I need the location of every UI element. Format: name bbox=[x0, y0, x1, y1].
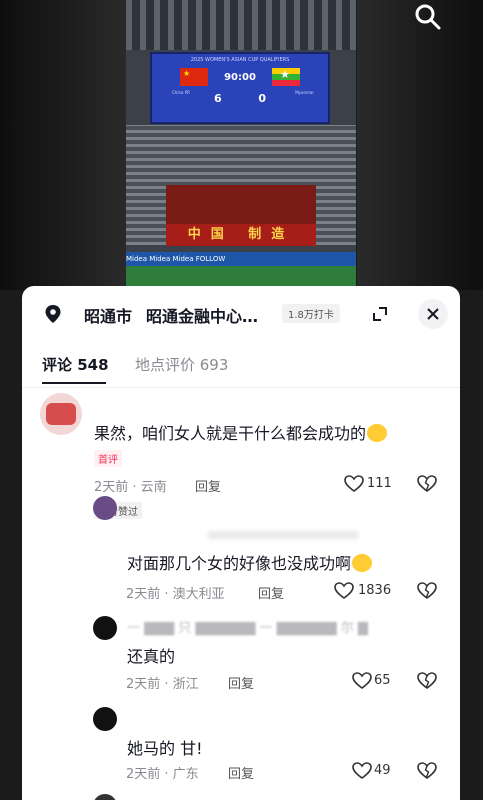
comment-text: 还真的 bbox=[127, 647, 176, 666]
video-side-left bbox=[0, 0, 126, 290]
reply-button[interactable]: 回复 bbox=[228, 673, 254, 692]
expand-icon[interactable] bbox=[365, 299, 395, 329]
comment-meta: 2天前 · 澳大利亚 bbox=[126, 587, 225, 602]
checkin-count: 1.8万打卡 bbox=[282, 304, 340, 323]
avatar[interactable] bbox=[93, 496, 117, 520]
heart-icon[interactable] bbox=[334, 582, 354, 600]
location-bar[interactable]: 昭通市 昭通金融中心… 1.8万打卡 bbox=[22, 286, 460, 340]
close-icon[interactable] bbox=[418, 299, 448, 329]
broken-heart-icon[interactable] bbox=[417, 582, 437, 600]
scoreboard: 2025 WOMEN'S ASIAN CUP QUALIFIERS 90:00 … bbox=[150, 52, 330, 124]
scoreboard-title: 2025 WOMEN'S ASIAN CUP QUALIFIERS bbox=[190, 57, 290, 63]
like-count: 1836 bbox=[358, 583, 392, 598]
reply-button[interactable]: 回复 bbox=[228, 763, 254, 782]
location-place[interactable]: 昭通金融中心… bbox=[146, 303, 258, 327]
tab-comments[interactable]: 评论 548 bbox=[42, 354, 109, 375]
away-score: 0 bbox=[258, 92, 266, 105]
heart-icon[interactable] bbox=[344, 475, 364, 493]
away-team-name: Myanmar bbox=[295, 90, 314, 95]
like-count: 111 bbox=[367, 476, 392, 491]
heart-icon[interactable] bbox=[352, 672, 372, 690]
reply-button[interactable]: 回复 bbox=[195, 476, 221, 495]
search-icon[interactable] bbox=[413, 2, 443, 32]
comment-text: 果然，咱们女人就是干什么都会成功的 bbox=[94, 420, 388, 444]
avatar[interactable] bbox=[40, 393, 82, 435]
heart-icon[interactable] bbox=[352, 762, 372, 780]
broken-heart-icon[interactable] bbox=[417, 762, 437, 780]
comment-panel: 昭通市 昭通金融中心… 1.8万打卡 评论 548 地点评价 693 果然，咱们… bbox=[22, 286, 460, 800]
comment-text: 她马的 甘! bbox=[127, 739, 203, 758]
avatar[interactable] bbox=[93, 794, 117, 800]
broken-heart-icon[interactable] bbox=[417, 672, 437, 690]
location-city: 昭通市 bbox=[84, 307, 133, 326]
comment-meta: 2天前 · 浙江 bbox=[126, 677, 199, 692]
blurred-text: 一 ▇▇▇ 只 ▇▇▇▇▇▇ 一 ▇▇▇▇▇▇ 尔 ▇ bbox=[127, 621, 368, 636]
location-pin-icon bbox=[44, 304, 62, 324]
like-count: 65 bbox=[374, 673, 391, 688]
laughing-emoji-icon bbox=[352, 554, 373, 572]
active-tab-indicator bbox=[42, 382, 106, 384]
video-side-right bbox=[357, 0, 483, 290]
video-frame[interactable]: 2025 WOMEN'S ASIAN CUP QUALIFIERS 90:00 … bbox=[126, 0, 356, 290]
like-count: 49 bbox=[374, 763, 391, 778]
home-score: 6 bbox=[214, 92, 222, 105]
comment-meta: 2天前 · 云南 bbox=[94, 480, 167, 495]
avatar[interactable] bbox=[93, 616, 117, 640]
blurred-text bbox=[208, 531, 358, 539]
tabs-divider bbox=[22, 387, 460, 388]
reply-button[interactable]: 回复 bbox=[258, 583, 284, 602]
comment-meta: 2天前 · 广东 bbox=[126, 767, 199, 782]
comment-text: 对面那几个女的好像也没成功啊 bbox=[127, 550, 373, 574]
fan-banner: 中国 制造 bbox=[166, 224, 316, 246]
tab-reviews[interactable]: 地点评价 693 bbox=[135, 354, 228, 375]
avatar[interactable] bbox=[93, 707, 117, 731]
ad-board: Midea Midea Midea FOLLOW bbox=[126, 252, 356, 266]
match-clock: 90:00 bbox=[224, 72, 256, 83]
smirk-emoji-icon bbox=[367, 424, 388, 442]
broken-heart-icon[interactable] bbox=[417, 475, 437, 493]
home-team-name: China PR bbox=[172, 90, 190, 95]
first-comment-badge: 首评 bbox=[94, 450, 122, 467]
stadium-roof bbox=[126, 0, 356, 50]
